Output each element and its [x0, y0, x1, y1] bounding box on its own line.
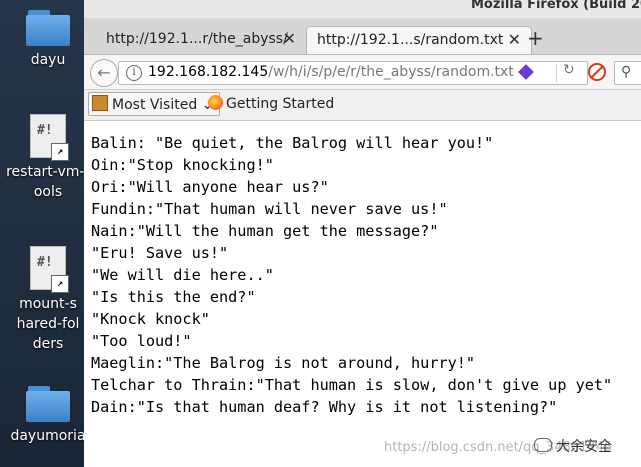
tab-random-txt[interactable]: http://192.1...s/random.txt ✕ [306, 26, 532, 54]
desktop-icon-restart-vm-tools[interactable]: #! ↗ restart-vm-tools [0, 114, 96, 202]
brand-label: 大余安全 [556, 439, 612, 455]
url-bar[interactable]: i 192.168.182.145/w/h/i/s/p/e/r/the_abys… [118, 61, 588, 85]
tab-bar: http://192.1...r/the_abyss/ ✕ http://192… [84, 18, 641, 55]
url-host: 192.168.182.145 [148, 64, 269, 80]
desktop-icon-dayu[interactable]: dayu [0, 10, 96, 70]
close-tab-icon[interactable]: ✕ [283, 29, 296, 48]
watermark-brand: 大余安全 [534, 436, 612, 456]
text-line: Nain:"Will the human get the message?" [91, 222, 439, 240]
getting-started-bookmark[interactable]: Getting Started [208, 94, 334, 114]
bookmarks-toolbar: Most Visited ⌄ Getting Started [84, 90, 641, 121]
text-line: Balin: "Be quiet, the Balrog will hear y… [91, 134, 494, 152]
text-line: "We will die here.." [91, 266, 274, 284]
tab-label: http://192.1...s/random.txt [317, 32, 504, 48]
text-line: "Eru! Save us!" [91, 244, 229, 262]
script-file-icon: #! ↗ [30, 114, 69, 161]
info-icon[interactable]: i [126, 65, 142, 81]
tab-the-abyss[interactable]: http://192.1...r/the_abyss/ ✕ [84, 26, 306, 54]
url-path: /w/h/i/s/p/e/r/the_abyss/random.txt [268, 64, 514, 80]
text-line: "Is this the end?" [91, 288, 256, 306]
text-line: Maeglin:"The Balrog is not around, hurry… [91, 354, 476, 372]
divider [556, 64, 557, 82]
wechat-icon [534, 438, 552, 452]
blocker-icon[interactable] [588, 63, 606, 81]
text-line: Oin:"Stop knocking!" [91, 156, 274, 174]
search-input[interactable]: ⚲ [614, 61, 641, 85]
back-button[interactable]: ← [90, 59, 118, 87]
window-title: Mozilla Firefox (Build 2018 [471, 0, 641, 12]
script-file-icon: #! ↗ [30, 246, 69, 293]
pocket-icon[interactable] [518, 64, 534, 80]
most-visited-button[interactable]: Most Visited ⌄ [88, 92, 221, 116]
text-line: Fundin:"That human will never save us!" [91, 200, 448, 218]
desktop-icon-label: dayu [30, 52, 66, 68]
firefox-window: Mozilla Firefox (Build 2018 http://192.1… [84, 0, 641, 467]
new-tab-button[interactable]: + [527, 26, 544, 50]
desktop-icon-label: dayumoria [10, 428, 86, 444]
text-line: Dain:"Is that human deaf? Why is it not … [91, 398, 558, 416]
navigation-bar: ← i 192.168.182.145/w/h/i/s/p/e/r/the_ab… [84, 55, 641, 90]
folder-icon [26, 386, 70, 422]
text-line: "Too loud!" [91, 332, 192, 350]
desktop-icon-mount-shared-folders[interactable]: #! ↗ mount-shared-folders [0, 246, 96, 354]
reload-icon[interactable]: ↻ [563, 62, 575, 78]
text-line: "Knock knock" [91, 310, 210, 328]
page-content: Balin: "Be quiet, the Balrog will hear y… [84, 122, 641, 467]
getting-started-label: Getting Started [226, 96, 335, 112]
search-icon: ⚲ [621, 64, 632, 80]
most-visited-label: Most Visited [112, 97, 198, 113]
url-text[interactable]: 192.168.182.145/w/h/i/s/p/e/r/the_abyss/… [148, 64, 514, 80]
folder-icon [92, 95, 108, 111]
firefox-icon [208, 95, 223, 110]
desktop-icon-dayumoria[interactable]: dayumoria [0, 386, 96, 446]
tab-label: http://192.1...r/the_abyss/ [106, 31, 288, 47]
folder-icon [26, 10, 70, 46]
desktop: dayu #! ↗ restart-vm-tools #! ↗ mount-shar… [0, 0, 90, 467]
desktop-icon-label: restart-vm-tools [6, 164, 90, 200]
desktop-icon-label: mount-shared-folders [16, 296, 80, 352]
text-line: Ori:"Will anyone hear us?" [91, 178, 329, 196]
title-bar: Mozilla Firefox (Build 2018 [84, 0, 641, 18]
close-tab-icon[interactable]: ✕ [508, 30, 521, 49]
text-line: Telchar to Thrain:"That human is slow, d… [91, 376, 613, 394]
